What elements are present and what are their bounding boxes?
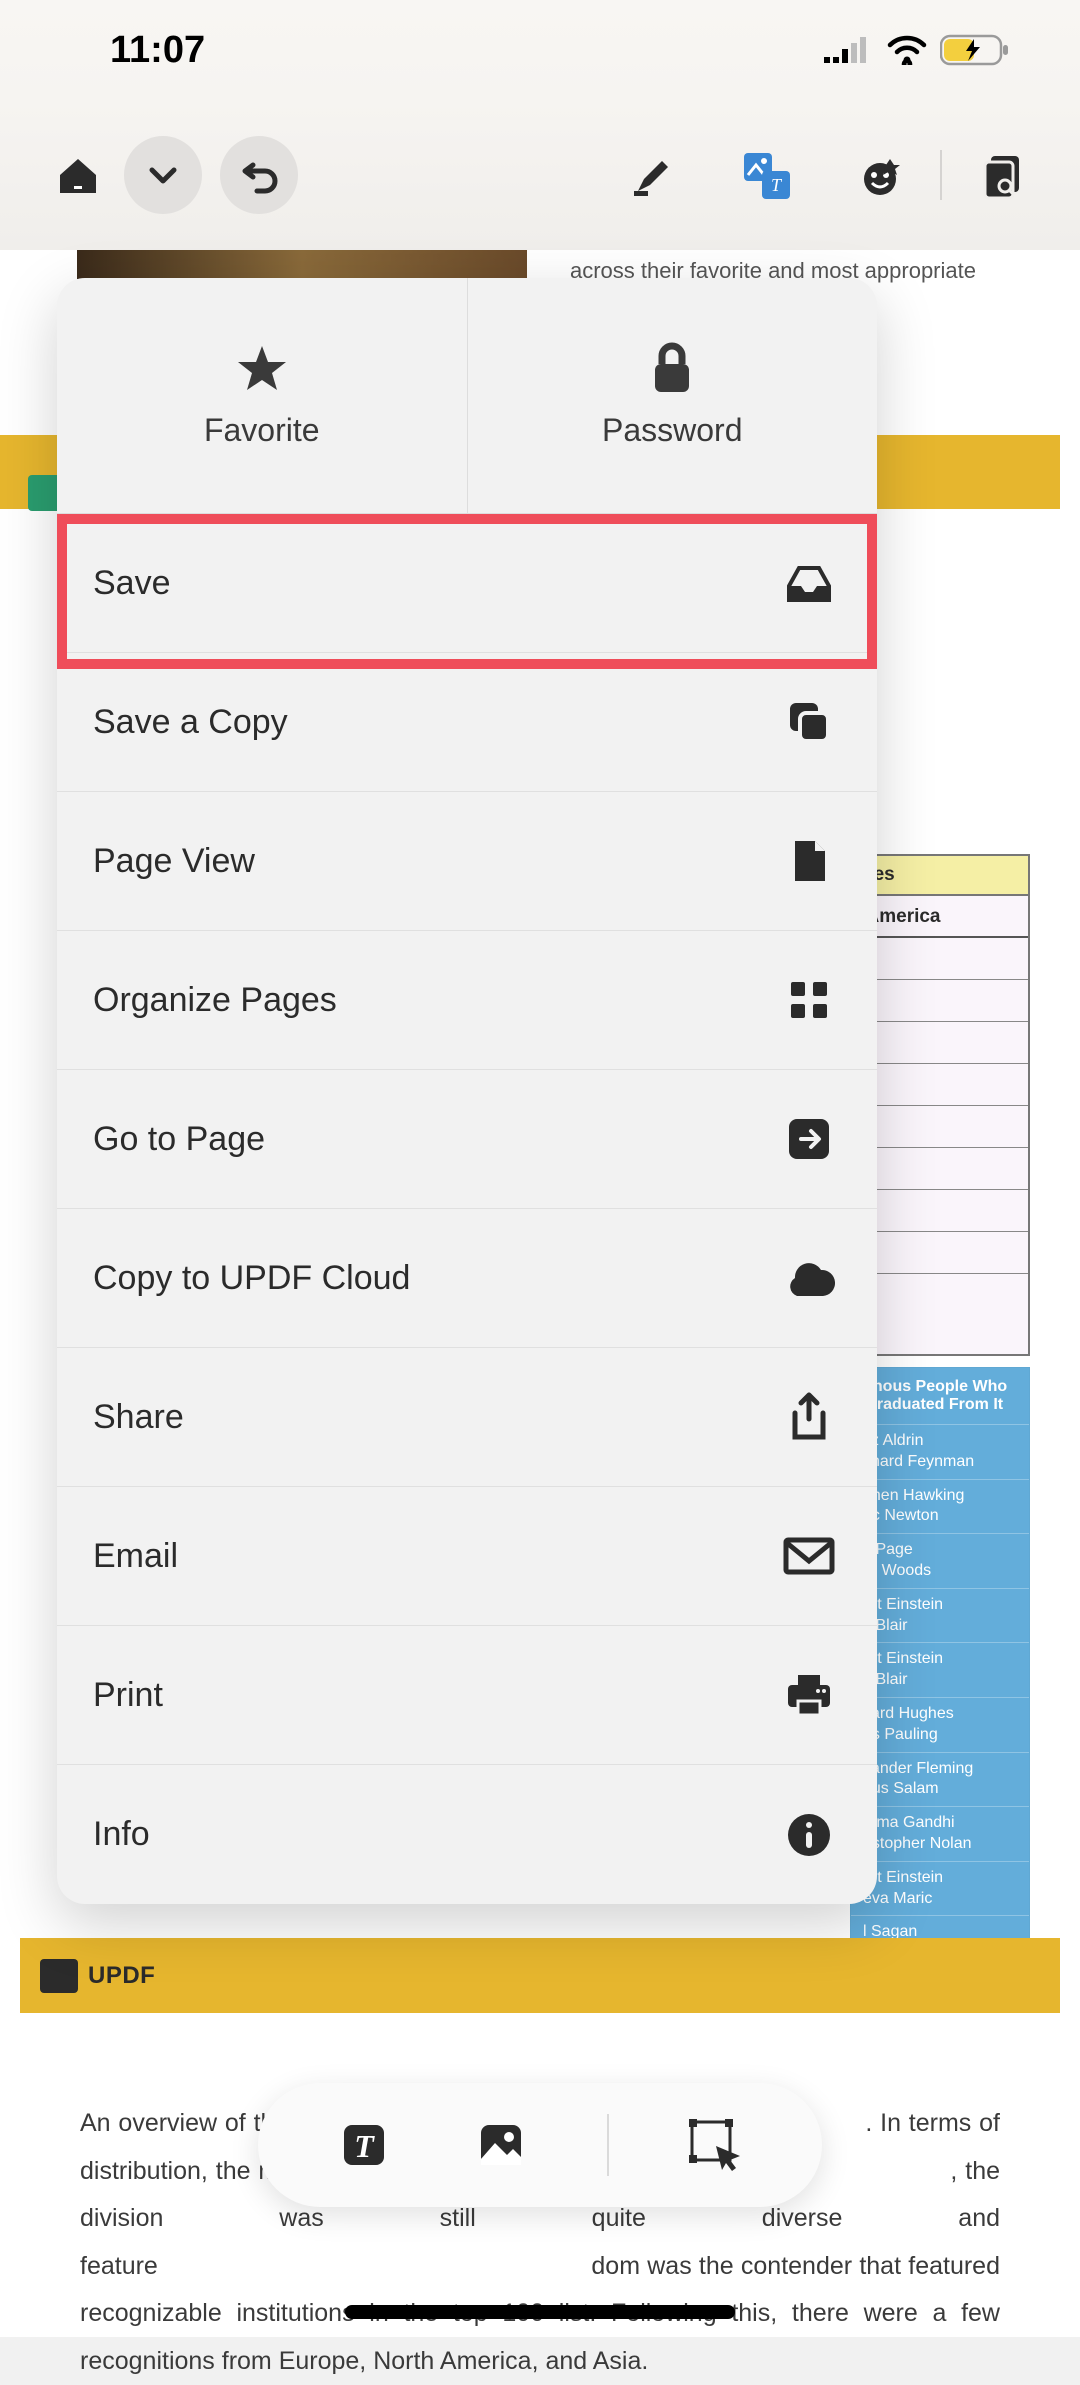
printer-icon xyxy=(783,1669,835,1721)
updf-logo-text: UPDF xyxy=(88,1962,155,1990)
cellular-icon xyxy=(824,35,874,65)
inbox-icon xyxy=(783,557,835,609)
menu-item-email[interactable]: Email xyxy=(57,1487,877,1626)
menu-item-label: Save xyxy=(93,564,171,603)
table-cell: zz Aldrinchard Feynman xyxy=(851,1425,1029,1480)
table-cell: y Pageer Woods xyxy=(851,1534,1029,1589)
table-cell: ert Einsteiny Blair xyxy=(851,1589,1029,1644)
menu-top-row: Favorite Password xyxy=(57,278,877,514)
doc-header-image xyxy=(77,247,527,279)
doc-famous-table: nous People Who raduated From It zz Aldr… xyxy=(850,1367,1030,1972)
bottom-toolbar-separator xyxy=(607,2114,609,2176)
table-cell: phen Hawkingac Newton xyxy=(851,1480,1029,1535)
cloud-icon xyxy=(783,1252,835,1304)
menu-item-label: Organize Pages xyxy=(93,981,337,1020)
top-toolbar: T xyxy=(0,100,1080,250)
status-time: 11:07 xyxy=(110,29,205,72)
menu-list: Save Save a Copy Page View Organize Page… xyxy=(57,514,877,1904)
menu-item-label: Info xyxy=(93,1815,150,1854)
menu-item-label: Go to Page xyxy=(93,1120,265,1159)
doc-yellow-band-bottom: UPDF xyxy=(20,1938,1060,2013)
mail-icon xyxy=(783,1530,835,1582)
password-button[interactable]: Password xyxy=(468,278,878,513)
home-button[interactable] xyxy=(50,147,106,203)
menu-item-organize-pages[interactable]: Organize Pages xyxy=(57,931,877,1070)
copy-icon xyxy=(783,696,835,748)
svg-text:T: T xyxy=(355,2128,376,2164)
undo-button[interactable] xyxy=(220,136,298,214)
status-indicators xyxy=(824,33,1010,67)
star-icon xyxy=(236,342,288,394)
arrow-box-icon xyxy=(783,1113,835,1165)
table-header: nous People Who raduated From It xyxy=(851,1368,1029,1425)
image-text-tool-button[interactable]: T xyxy=(738,147,794,203)
image-tool-button[interactable] xyxy=(471,2115,531,2175)
table-cell: xander Flemingdus Salam xyxy=(851,1753,1029,1808)
menu-item-label: Copy to UPDF Cloud xyxy=(93,1259,410,1298)
menu-item-save-copy[interactable]: Save a Copy xyxy=(57,653,877,792)
table-cell: ert Einsteiny Blair xyxy=(851,1643,1029,1698)
updf-logo-icon xyxy=(40,1959,78,1993)
menu-item-share[interactable]: Share xyxy=(57,1348,877,1487)
menu-item-print[interactable]: Print xyxy=(57,1626,877,1765)
favorite-button[interactable]: Favorite xyxy=(57,278,468,513)
sticker-tool-button[interactable] xyxy=(852,147,908,203)
dropdown-toggle-button[interactable] xyxy=(124,136,202,214)
menu-arrow xyxy=(172,278,216,280)
more-actions-menu: Favorite Password Save Save a Copy Page … xyxy=(57,278,877,1904)
menu-item-copy-cloud[interactable]: Copy to UPDF Cloud xyxy=(57,1209,877,1348)
menu-item-label: Save a Copy xyxy=(93,703,288,742)
bottom-toolbar: T xyxy=(258,2083,822,2207)
status-bar: 11:07 xyxy=(0,0,1080,100)
menu-item-label: Share xyxy=(93,1398,184,1437)
battery-charging-icon xyxy=(940,33,1010,67)
menu-item-label: Page View xyxy=(93,842,255,881)
menu-top-label: Password xyxy=(602,412,743,449)
menu-item-info[interactable]: Info xyxy=(57,1765,877,1904)
page-thumbnails-button[interactable] xyxy=(974,147,1030,203)
page-icon xyxy=(783,835,835,887)
lock-icon xyxy=(649,342,695,394)
toolbar-separator xyxy=(940,150,942,200)
menu-item-go-to-page[interactable]: Go to Page xyxy=(57,1070,877,1209)
menu-item-save[interactable]: Save xyxy=(57,514,877,653)
menu-item-label: Email xyxy=(93,1537,178,1576)
grid-icon xyxy=(783,974,835,1026)
info-icon xyxy=(783,1809,835,1861)
table-cell: ert Einsteineva Maric xyxy=(851,1862,1029,1917)
table-cell: vard Hughesus Pauling xyxy=(851,1698,1029,1753)
highlighter-tool-button[interactable] xyxy=(624,147,680,203)
share-icon xyxy=(783,1391,835,1443)
home-indicator[interactable] xyxy=(345,2305,735,2319)
menu-item-label: Print xyxy=(93,1676,163,1715)
select-tool-button[interactable] xyxy=(686,2115,746,2175)
table-cell: atma Gandhiristopher Nolan xyxy=(851,1807,1029,1862)
menu-top-label: Favorite xyxy=(204,412,320,449)
wifi-icon xyxy=(886,35,928,65)
menu-item-page-view[interactable]: Page View xyxy=(57,792,877,931)
text-tool-button[interactable]: T xyxy=(334,2115,394,2175)
